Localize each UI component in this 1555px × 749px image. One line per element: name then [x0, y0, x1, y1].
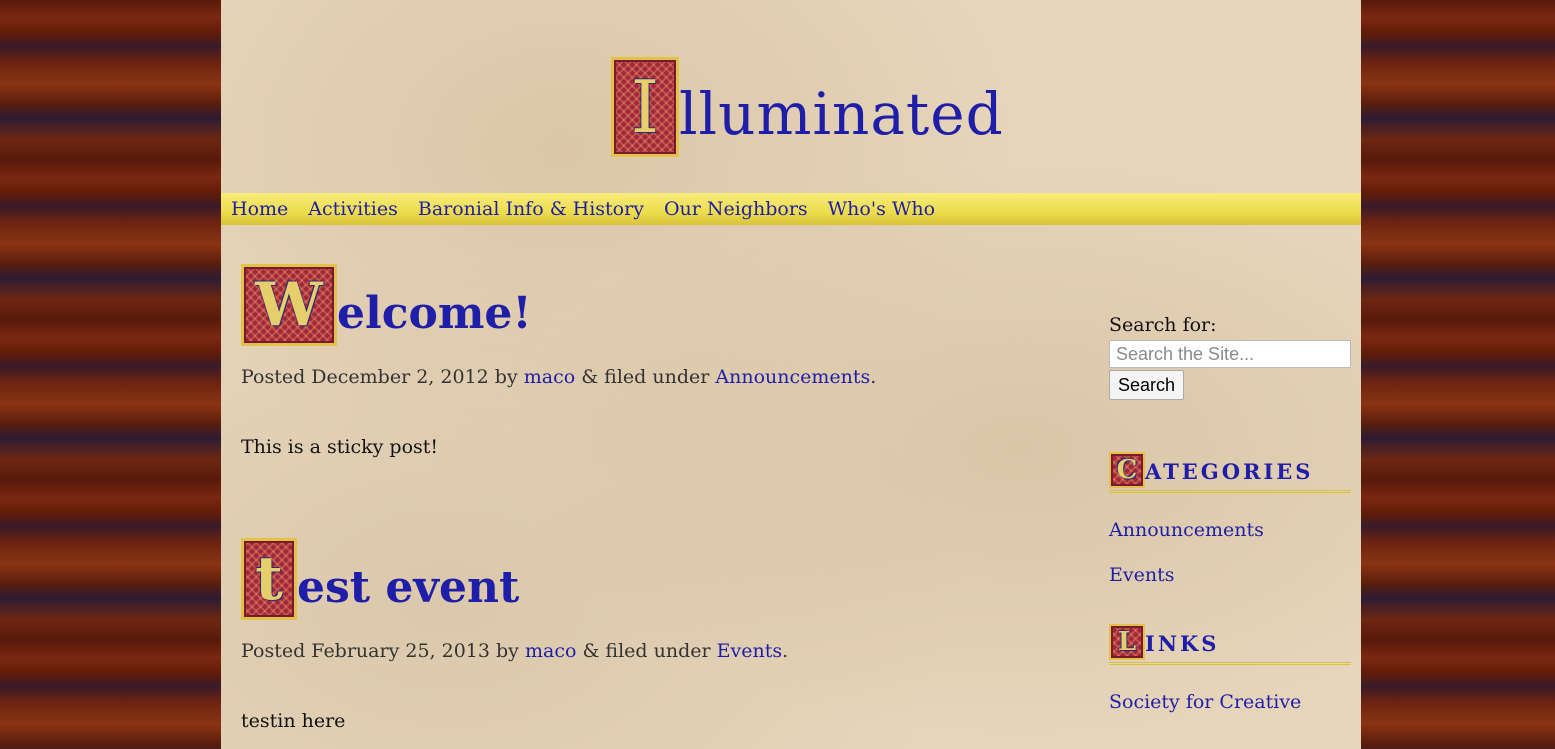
- category-link-announcements[interactable]: Announcements: [1109, 519, 1264, 541]
- page-container: I lluminated Home Activities Baronial In…: [221, 0, 1361, 749]
- category-link[interactable]: Announcements: [715, 366, 870, 388]
- list-item: Events: [1109, 564, 1351, 609]
- author-link[interactable]: maco: [524, 366, 575, 388]
- posted-label: Posted: [241, 640, 306, 662]
- links-title: L inks: [1109, 624, 1351, 665]
- post-body: This is a sticky post!: [241, 436, 439, 458]
- filed-under-label: & filed under: [581, 366, 710, 388]
- post-welcome: W elcome! Posted December 2, 2012 by mac…: [241, 264, 1061, 458]
- categories-initial-cap: C: [1109, 452, 1145, 488]
- main-content: W elcome! Posted December 2, 2012 by mac…: [241, 260, 1061, 732]
- post-title-text: elcome!: [337, 288, 532, 339]
- categories-widget: C ategories Announcements Events: [1109, 452, 1351, 609]
- title-rest: lluminated: [679, 80, 1004, 148]
- sidebar: Search for: Search C ategories Announcem…: [1109, 314, 1351, 713]
- post-body: testin here: [241, 710, 346, 732]
- links-title-text: inks: [1145, 631, 1220, 656]
- categories-title: C ategories: [1109, 452, 1351, 493]
- post-meta: Posted December 2, 2012 by maco & filed …: [241, 366, 1061, 388]
- search-label: Search for:: [1109, 314, 1217, 336]
- categories-title-text: ategories: [1145, 459, 1314, 484]
- category-link[interactable]: Events: [717, 640, 782, 662]
- nav-item-our-neighbors[interactable]: Our Neighbors: [664, 198, 808, 220]
- nav-item-whos-who[interactable]: Who's Who: [828, 198, 935, 220]
- period: .: [782, 640, 789, 662]
- post-date: February 25, 2013: [311, 640, 490, 662]
- post-date: December 2, 2012: [311, 366, 489, 388]
- category-link-events[interactable]: Events: [1109, 564, 1174, 586]
- post-title-initial-cap: t: [241, 538, 297, 620]
- post-title[interactable]: W elcome!: [241, 264, 1061, 346]
- site-header: I lluminated: [221, 0, 1361, 193]
- post-title-initial-cap: W: [241, 264, 337, 346]
- categories-list: Announcements Events: [1109, 519, 1351, 609]
- period: .: [870, 366, 877, 388]
- title-initial-illuminated-cap: I: [611, 57, 679, 157]
- site-title[interactable]: I lluminated: [611, 57, 1004, 157]
- list-item: Society for Creative: [1109, 691, 1351, 713]
- search-button[interactable]: Search: [1109, 370, 1185, 400]
- nav-item-baronial-info[interactable]: Baronial Info & History: [418, 198, 644, 220]
- nav-item-home[interactable]: Home: [231, 198, 288, 220]
- nav-item-activities[interactable]: Activities: [308, 198, 398, 220]
- by-label: by: [496, 640, 519, 662]
- main-nav: Home Activities Baronial Info & History …: [221, 193, 1361, 225]
- links-list: Society for Creative: [1109, 691, 1351, 713]
- post-meta: Posted February 25, 2013 by maco & filed…: [241, 640, 1061, 662]
- list-item: Announcements: [1109, 519, 1351, 564]
- links-widget: L inks Society for Creative: [1109, 624, 1351, 713]
- post-test-event: t est event Posted February 25, 2013 by …: [241, 538, 1061, 732]
- filed-under-label: & filed under: [582, 640, 711, 662]
- by-label: by: [494, 366, 518, 388]
- link-society-for-creative[interactable]: Society for Creative: [1109, 691, 1301, 713]
- search-widget: Search for: Search: [1109, 314, 1351, 400]
- search-input[interactable]: [1109, 340, 1351, 368]
- author-link[interactable]: maco: [525, 640, 576, 662]
- post-title-text: est event: [297, 562, 520, 613]
- posted-label: Posted: [241, 366, 306, 388]
- post-title[interactable]: t est event: [241, 538, 1061, 620]
- links-initial-cap: L: [1109, 624, 1145, 660]
